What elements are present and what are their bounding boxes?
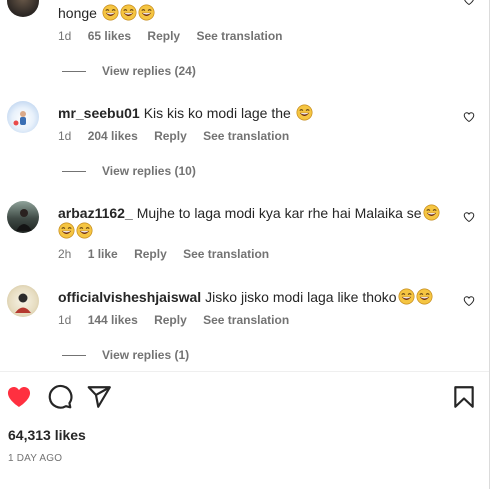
post-action-bar (0, 384, 489, 412)
replies-line (62, 355, 86, 357)
comment-likes[interactable]: 65 likes (88, 29, 131, 43)
see-translation-link[interactable]: See translation (203, 129, 289, 143)
comment-likes[interactable]: 204 likes (88, 129, 138, 143)
laughing-emoji-icon (102, 4, 119, 21)
section-divider (0, 371, 489, 372)
paper-plane-icon[interactable] (86, 384, 112, 410)
see-translation-link[interactable]: See translation (196, 29, 282, 43)
reply-button[interactable]: Reply (147, 29, 180, 43)
see-translation-link[interactable]: See translation (183, 247, 269, 261)
comment-likes[interactable]: 1 like (88, 247, 118, 261)
laughing-emoji-icon (296, 104, 313, 121)
comment-text: officialvisheshjaiswal Jisko jisko modi l… (58, 288, 450, 306)
comment-username[interactable]: mr_seebu01 (58, 105, 140, 121)
comment-meta: 2h 1 like Reply See translation (58, 247, 282, 261)
heart-filled-icon[interactable] (6, 384, 32, 410)
avatar[interactable] (7, 0, 39, 17)
comment-text: arbaz1162_ Mujhe to laga modi kya kar rhe… (58, 204, 450, 240)
view-replies-label: View replies (1) (102, 348, 190, 362)
avatar-figure (15, 293, 31, 313)
avatar[interactable] (7, 285, 39, 317)
bookmark-icon[interactable] (451, 384, 477, 410)
post-comments-panel: honge 1d 65 likes Reply See translation … (0, 0, 490, 489)
comment-username[interactable]: officialvisheshjaiswal (58, 289, 201, 305)
laughing-emoji-icon (423, 204, 440, 221)
avatar[interactable] (7, 201, 39, 233)
laughing-emoji-icon (58, 222, 75, 239)
reply-button[interactable]: Reply (154, 313, 187, 327)
view-replies-label: View replies (10) (102, 164, 196, 178)
comment-body: Kis kis ko modi lage the (143, 105, 291, 121)
replies-line (62, 71, 86, 73)
post-date[interactable]: 1 DAY AGO (8, 453, 62, 464)
heart-outline-icon[interactable] (463, 295, 475, 307)
view-replies-button[interactable]: View replies (1) (62, 348, 189, 362)
comment-meta: 1d 204 likes Reply See translation (58, 129, 302, 143)
comment-meta: 1d 144 likes Reply See translation (58, 313, 302, 327)
view-replies-label: View replies (24) (102, 64, 196, 78)
comment-time: 1d (58, 129, 72, 143)
post-likes-count[interactable]: 64,313 likes (8, 427, 86, 443)
reply-button[interactable]: Reply (154, 129, 187, 143)
comment-text: mr_seebu01 Kis kis ko modi lage the (58, 104, 450, 122)
laughing-emoji-icon (138, 4, 155, 21)
reply-button[interactable]: Reply (134, 247, 167, 261)
heart-outline-icon[interactable] (463, 111, 475, 123)
laughing-emoji-icon (76, 222, 93, 239)
comment-time: 1d (58, 29, 72, 43)
comment-username[interactable]: arbaz1162_ (58, 205, 133, 221)
laughing-emoji-icon (120, 4, 137, 21)
comment-time: 1d (58, 313, 72, 327)
comment-time: 2h (58, 247, 72, 261)
comment-bubble-icon[interactable] (47, 384, 73, 410)
comment-body: Jisko jisko modi laga like thoko (205, 289, 397, 305)
comment-meta: 1d 65 likes Reply See translation (58, 29, 295, 43)
heart-outline-icon[interactable] (463, 0, 475, 6)
comment-text: honge (58, 4, 450, 22)
see-translation-link[interactable]: See translation (203, 313, 289, 327)
avatar[interactable] (7, 101, 39, 133)
avatar-figure (13, 111, 26, 126)
heart-outline-icon[interactable] (463, 211, 475, 223)
comment-body: Mujhe to laga modi kya kar rhe hai Malai… (136, 205, 422, 221)
comment-likes[interactable]: 144 likes (88, 313, 138, 327)
replies-line (62, 171, 86, 173)
comment-body: honge (58, 5, 97, 21)
avatar-figure (16, 209, 32, 231)
view-replies-button[interactable]: View replies (24) (62, 64, 196, 78)
laughing-emoji-icon (398, 288, 415, 305)
view-replies-button[interactable]: View replies (10) (62, 164, 196, 178)
laughing-emoji-icon (416, 288, 433, 305)
